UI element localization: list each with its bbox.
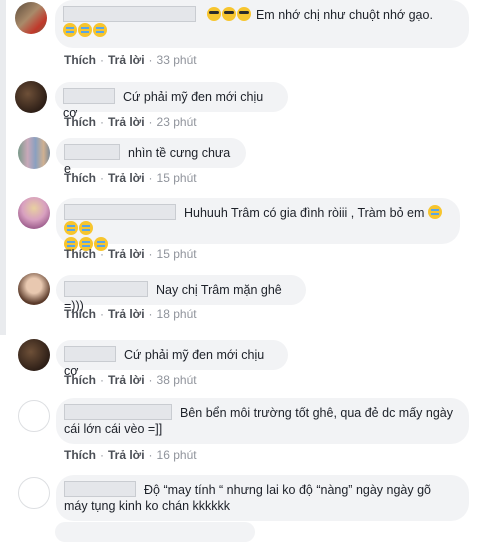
crying-emoji bbox=[79, 221, 93, 235]
commenter-name[interactable] bbox=[64, 204, 176, 220]
avatar[interactable] bbox=[18, 400, 50, 432]
crying-laughing-emoji bbox=[93, 23, 107, 37]
comment-actions: Thích · Trả lời · 18 phút bbox=[64, 307, 197, 321]
crying-emoji bbox=[427, 205, 442, 219]
avatar[interactable] bbox=[18, 273, 50, 305]
separator: · bbox=[100, 115, 104, 129]
comment-actions: Thích · Trả lời · 33 phút bbox=[64, 53, 197, 67]
comment-bubble: Em nhớ chị như chuột nhớ gạo. bbox=[55, 0, 469, 48]
comment-bubble: Nay chị Trâm mặn ghê =))) bbox=[56, 275, 306, 313]
avatar[interactable] bbox=[15, 81, 47, 113]
commenter-name[interactable] bbox=[63, 88, 115, 104]
separator: · bbox=[148, 448, 153, 462]
timestamp[interactable]: 33 phút bbox=[157, 53, 197, 67]
timestamp[interactable]: 16 phút bbox=[157, 448, 197, 462]
reply-link[interactable]: Trả lời bbox=[108, 307, 145, 321]
reply-link[interactable]: Trả lời bbox=[108, 171, 145, 185]
comment-text: Huhuuh Trâm có gia đình ròiii , Tràm bỏ … bbox=[184, 206, 425, 220]
cool-face-emoji bbox=[222, 7, 237, 21]
like-link[interactable]: Thích bbox=[64, 115, 96, 129]
commenter-name[interactable] bbox=[64, 346, 116, 362]
cool-face-emoji bbox=[237, 7, 252, 21]
avatar[interactable] bbox=[15, 2, 47, 34]
thread-rail bbox=[0, 0, 6, 335]
commenter-name[interactable] bbox=[63, 6, 196, 22]
comment-bubble: Cứ phải mỹ đen mới chịu cơ bbox=[56, 340, 288, 378]
comment-actions: Thích · Trả lời · 23 phút bbox=[64, 115, 197, 129]
comment-bubble: Bên bển môi trường tốt ghê, qua đẻ dc mấ… bbox=[56, 398, 469, 444]
crying-laughing-emoji bbox=[63, 23, 77, 37]
crying-laughing-emoji bbox=[78, 23, 92, 37]
reply-link[interactable]: Trả lời bbox=[108, 115, 145, 129]
avatar[interactable] bbox=[18, 339, 50, 371]
commenter-name[interactable] bbox=[64, 404, 172, 420]
like-link[interactable]: Thích bbox=[64, 448, 96, 462]
comment-actions: Thích · Trả lời · 15 phút bbox=[64, 247, 197, 261]
avatar[interactable] bbox=[18, 477, 50, 509]
separator: · bbox=[148, 115, 153, 129]
reply-link[interactable]: Trả lời bbox=[108, 448, 145, 462]
separator: · bbox=[100, 373, 104, 387]
timestamp[interactable]: 38 phút bbox=[157, 373, 197, 387]
comment-actions: Thích · Trả lời · 15 phút bbox=[64, 171, 197, 185]
comment-actions: Thích · Trả lời · 16 phút bbox=[64, 448, 197, 462]
timestamp[interactable]: 23 phút bbox=[157, 115, 197, 129]
timestamp[interactable]: 15 phút bbox=[157, 171, 197, 185]
timestamp[interactable]: 18 phút bbox=[157, 307, 197, 321]
reply-link[interactable]: Trả lời bbox=[108, 247, 145, 261]
separator: · bbox=[148, 53, 153, 67]
comment-bubble: nhìn tề cưng chưa e bbox=[56, 138, 246, 176]
timestamp[interactable]: 15 phút bbox=[157, 247, 197, 261]
avatar[interactable] bbox=[18, 137, 50, 169]
like-link[interactable]: Thích bbox=[64, 373, 96, 387]
separator: · bbox=[100, 307, 104, 321]
reply-link[interactable]: Trả lời bbox=[108, 373, 145, 387]
separator: · bbox=[100, 171, 104, 185]
like-link[interactable]: Thích bbox=[64, 307, 96, 321]
separator: · bbox=[148, 307, 153, 321]
cool-face-emoji bbox=[207, 7, 222, 21]
separator: · bbox=[100, 448, 104, 462]
commenter-name[interactable] bbox=[64, 481, 136, 497]
separator: · bbox=[148, 171, 153, 185]
comment-bubble: Độ “may tính “ nhưng lai ko độ “nàng” ng… bbox=[56, 475, 469, 521]
comment-bubble: Cứ phải mỹ đen mới chịu cơ bbox=[55, 82, 288, 120]
like-link[interactable]: Thích bbox=[64, 53, 96, 67]
crying-emoji bbox=[64, 221, 78, 235]
comment-actions: Thích · Trả lời · 38 phút bbox=[64, 373, 197, 387]
like-link[interactable]: Thích bbox=[64, 247, 96, 261]
like-link[interactable]: Thích bbox=[64, 171, 96, 185]
separator: · bbox=[148, 247, 153, 261]
comment-bubble: Huhuuh Trâm có gia đình ròiii , Tràm bỏ … bbox=[56, 198, 460, 251]
next-comment-bubble bbox=[55, 522, 255, 542]
separator: · bbox=[100, 247, 104, 261]
comment-text: Em nhớ chị như chuột nhớ gạo. bbox=[255, 8, 433, 22]
commenter-name[interactable] bbox=[64, 144, 120, 160]
separator: · bbox=[100, 53, 104, 67]
separator: · bbox=[148, 373, 153, 387]
reply-link[interactable]: Trả lời bbox=[108, 53, 145, 67]
avatar[interactable] bbox=[18, 197, 50, 229]
commenter-name[interactable] bbox=[64, 281, 148, 297]
